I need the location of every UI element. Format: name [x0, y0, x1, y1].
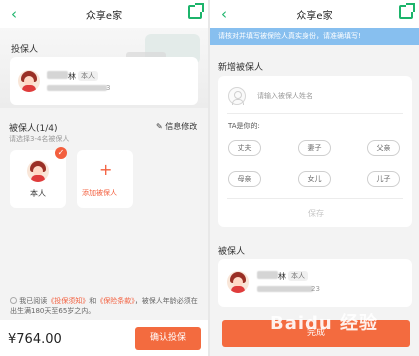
add-insured-card[interactable]: + 添加被保人 — [77, 150, 133, 208]
edit-icon: ✎ — [156, 122, 163, 131]
masked-name-block — [47, 71, 68, 79]
share-icon[interactable] — [188, 3, 204, 19]
masked-name-block — [257, 271, 278, 279]
self-tag: 本人 — [288, 271, 308, 281]
page-title: 众享e家 — [296, 10, 333, 22]
relation-son-chip[interactable]: 儿子 — [367, 171, 400, 187]
agreement-text: 我已阅读《投保须知》和《保险条款》，被保人年龄必须在 出生满180天至65岁之内… — [10, 296, 198, 316]
self-tag: 本人 — [78, 71, 98, 81]
insured-id-tail: 23 — [311, 285, 320, 293]
agreement-prefix: 我已阅读 — [19, 297, 48, 305]
top-navigation: ‹ 众享e家 — [210, 0, 419, 28]
save-button[interactable]: 保存 — [308, 208, 324, 219]
applicant-id-tail: 3 — [106, 84, 111, 92]
agreement-checkbox[interactable] — [10, 297, 17, 304]
add-icon: + — [99, 160, 113, 179]
back-arrow-icon[interactable]: ‹ — [6, 4, 22, 24]
left-bottom-bar: ¥764.00 确认投保 — [0, 320, 208, 356]
right-panel: ‹ 众享e家 请核对并填写被保险人真实身份，请准确填写! 新增被保人 请输入被保… — [210, 0, 419, 356]
relation-father-chip[interactable]: 父亲 — [367, 140, 400, 156]
applicant-section-title: 投保人 — [11, 45, 39, 55]
add-insured-label: 添加被保人 — [82, 189, 117, 197]
person-icon — [228, 87, 246, 105]
agreement-age-range: 出生满180天至65岁之内。 — [10, 307, 96, 315]
back-arrow-icon[interactable]: ‹ — [216, 4, 232, 24]
watermark-text: Baidu 经验 — [270, 313, 379, 334]
notice-link[interactable]: 《投保须知》 — [47, 297, 89, 305]
agreement-suffix: ，被保人年龄必须在 — [134, 297, 198, 305]
terms-link[interactable]: 《保险条款》 — [96, 297, 135, 305]
share-icon[interactable] — [399, 3, 415, 19]
screen: ‹ 众享e家 投保人 林 本人 3 被保人(1/4) 请选择3-4名被保人 ✎ … — [0, 0, 419, 356]
relation-husband-chip[interactable]: 丈夫 — [228, 140, 261, 156]
save-divider — [227, 198, 403, 199]
masked-id-block — [257, 286, 313, 292]
premium-price: ¥764.00 — [8, 332, 62, 347]
confirm-purchase-button[interactable]: 确认投保 — [135, 327, 201, 350]
edit-info-link[interactable]: ✎ 信息修改 — [156, 121, 197, 132]
avatar-icon — [27, 160, 49, 182]
avatar-icon — [227, 271, 249, 293]
applicant-card[interactable]: 林 本人 3 — [10, 57, 198, 105]
insured-self-card[interactable]: ✓ 本人 — [10, 147, 67, 208]
self-card-label: 本人 — [30, 189, 46, 198]
input-underline — [227, 113, 403, 114]
page-title: 众享e家 — [85, 10, 123, 22]
insured-list-card[interactable]: 林 本人 23 — [218, 259, 412, 307]
relation-mother-chip[interactable]: 母亲 — [228, 171, 261, 187]
relation-label: TA是你的: — [228, 122, 260, 130]
notice-banner: 请核对并填写被保险人真实身份，请准确填写! — [210, 28, 419, 45]
relation-daughter-chip[interactable]: 女儿 — [298, 171, 331, 187]
insured-name-input[interactable]: 请输入被保人姓名 — [257, 91, 313, 101]
insured-section-title: 被保人(1/4) — [9, 124, 58, 134]
left-panel: ‹ 众享e家 投保人 林 本人 3 被保人(1/4) 请选择3-4名被保人 ✎ … — [0, 0, 208, 356]
edit-info-label: 信息修改 — [165, 122, 198, 131]
insured-list-title: 被保人 — [218, 247, 246, 257]
applicant-name: 林 — [68, 72, 76, 81]
top-navigation: ‹ 众享e家 — [0, 0, 208, 28]
masked-id-block — [47, 85, 107, 91]
insured-hint: 请选择3-4名被保人 — [9, 135, 70, 143]
new-insured-title: 新增被保人 — [218, 63, 264, 73]
avatar-icon — [18, 70, 40, 92]
selected-check-icon: ✓ — [55, 147, 67, 159]
insured-name: 林 — [278, 272, 286, 281]
new-insured-form: 请输入被保人姓名 TA是你的: 丈夫 妻子 父亲 母亲 女儿 儿子 保存 — [218, 76, 412, 227]
relation-wife-chip[interactable]: 妻子 — [298, 140, 331, 156]
